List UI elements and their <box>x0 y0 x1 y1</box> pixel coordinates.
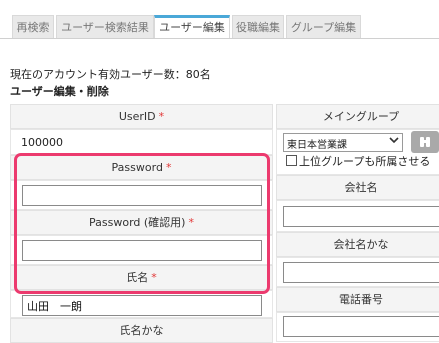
userid-cell: 100000 <box>10 129 273 155</box>
tab-user-search-results[interactable]: ユーザー検索結果 <box>56 15 154 39</box>
password-label: Password <box>111 161 163 174</box>
phone-input[interactable] <box>283 316 439 337</box>
main-group-value: 東日本営業課 <box>287 140 347 151</box>
search-icon <box>418 135 432 152</box>
tab-position-edit[interactable]: 役職編集 <box>232 15 284 39</box>
userid-label: UserID <box>118 110 156 123</box>
main-group-select[interactable]: 東日本営業課 <box>283 133 403 152</box>
tab-bar: 再検索 ユーザー検索結果 ユーザー編集 役職編集 グループ編集 <box>0 0 439 42</box>
required-mark: * <box>188 216 194 229</box>
phone-header: 電話番号 <box>276 287 439 312</box>
name-kana-label: 氏名かな <box>119 324 164 337</box>
main-group-header: メイングループ <box>276 104 439 129</box>
group-search-button[interactable] <box>411 131 439 153</box>
password-confirm-input[interactable] <box>22 240 262 261</box>
name-input[interactable]: 山田 一朗 <box>22 295 262 316</box>
tab-research[interactable]: 再検索 <box>12 15 54 39</box>
tab-user-edit[interactable]: ユーザー編集 <box>154 15 230 39</box>
userid-header: UserID * <box>10 104 273 129</box>
main-group-label: メイングループ <box>322 110 400 123</box>
tab-group-edit[interactable]: グループ編集 <box>286 15 361 39</box>
password-input[interactable] <box>22 185 262 206</box>
required-mark: * <box>151 271 157 284</box>
company-label: 会社名 <box>344 181 378 194</box>
required-mark: * <box>158 110 165 123</box>
section-title: ユーザー編集・削除 <box>10 85 109 98</box>
name-header: 氏名 * <box>10 265 273 290</box>
name-kana-header: 氏名かな <box>10 318 273 343</box>
company-header: 会社名 <box>276 175 439 200</box>
include-parent-label: 上位グループも所属させる <box>299 155 431 168</box>
company-kana-input[interactable] <box>283 262 439 283</box>
active-user-count: 現在のアカウント有効ユーザー数：80名 <box>10 68 211 81</box>
chevron-down-icon <box>389 135 399 148</box>
required-mark: * <box>165 161 172 174</box>
password-confirm-header: Password (確認用) * <box>10 210 273 235</box>
phone-label: 電話番号 <box>339 293 383 306</box>
password-header: Password * <box>10 155 273 180</box>
name-label: 氏名 <box>126 271 149 284</box>
userid-value: 100000 <box>21 136 63 149</box>
include-parent-checkbox[interactable] <box>286 155 297 166</box>
company-input[interactable] <box>283 206 439 227</box>
password-confirm-label: Password (確認用) <box>89 216 186 229</box>
tab-divider <box>0 38 439 39</box>
company-kana-label: 会社名かな <box>333 238 389 251</box>
company-kana-header: 会社名かな <box>276 232 439 257</box>
